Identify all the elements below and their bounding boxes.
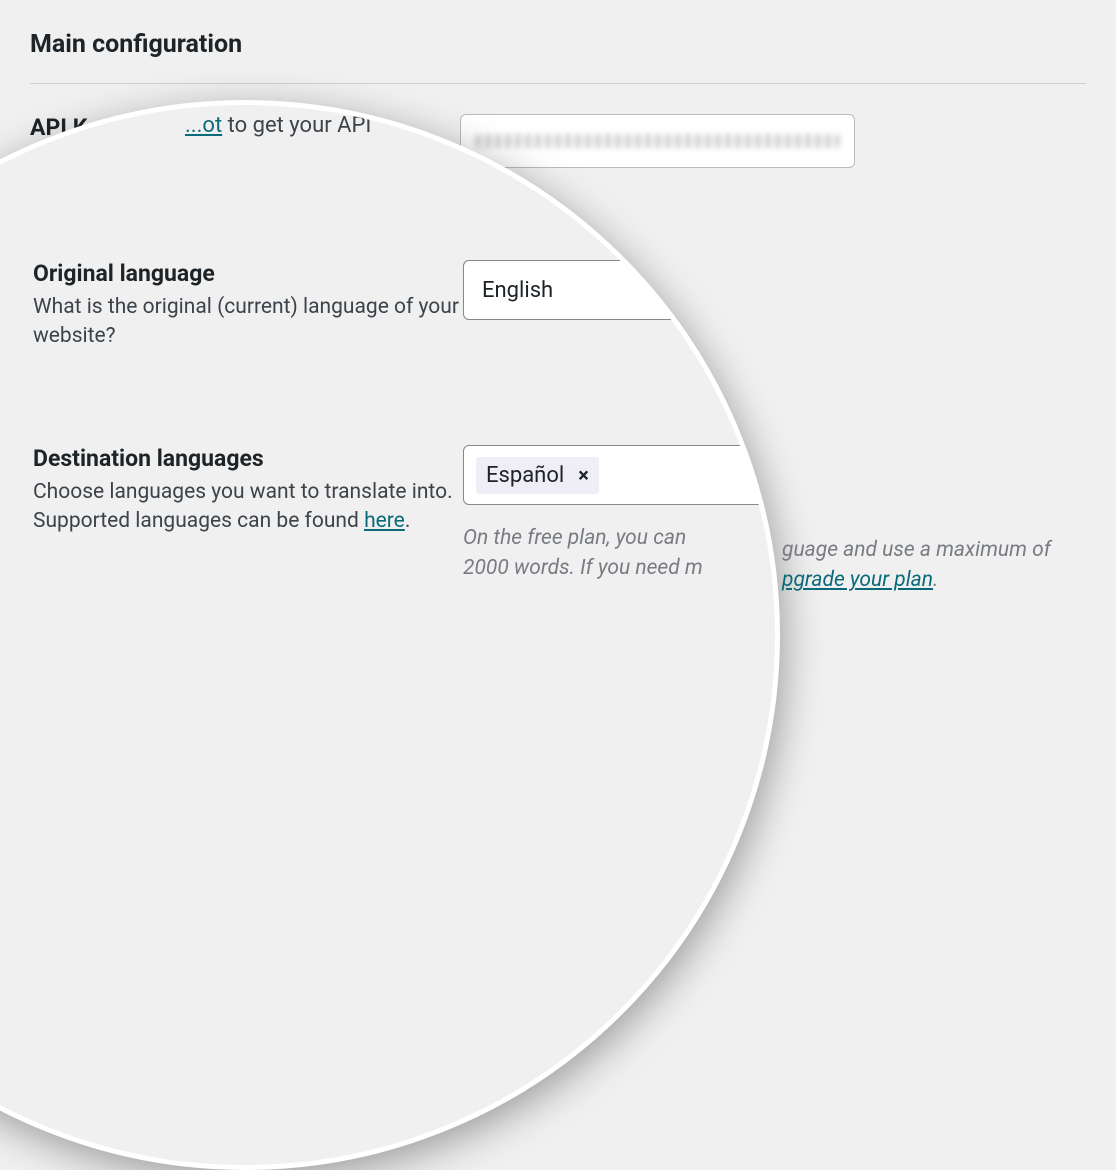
- close-icon[interactable]: ×: [574, 463, 589, 487]
- hint-fragment-right: guage and use a maximum of pgrade your p…: [782, 535, 1051, 596]
- api-desc-fragment-lens: to get your API: [222, 113, 371, 138]
- plan-hint: On the free plan, you can 2000 words. If…: [463, 523, 745, 584]
- destination-languages-desc: Choose languages you want to translate i…: [33, 478, 463, 537]
- page-title: Main configuration: [30, 30, 1086, 84]
- upgrade-plan-link[interactable]: pgrade your plan: [782, 568, 933, 592]
- api-link-fragment[interactable]: ...ot: [185, 113, 222, 138]
- original-language-select[interactable]: English: [463, 260, 780, 320]
- original-language-label: Original language: [33, 260, 463, 287]
- supported-languages-link[interactable]: here: [364, 509, 405, 533]
- destination-languages-label: Destination languages: [33, 445, 463, 472]
- magnifier-lens: ...ot to get your API Original language …: [0, 100, 780, 1170]
- language-tag: Español ×: [476, 457, 599, 494]
- language-tag-label: Español: [486, 463, 564, 488]
- destination-languages-input[interactable]: Español ×: [463, 445, 780, 505]
- original-language-desc: What is the original (current) language …: [33, 293, 463, 352]
- original-language-selected: English: [482, 278, 553, 303]
